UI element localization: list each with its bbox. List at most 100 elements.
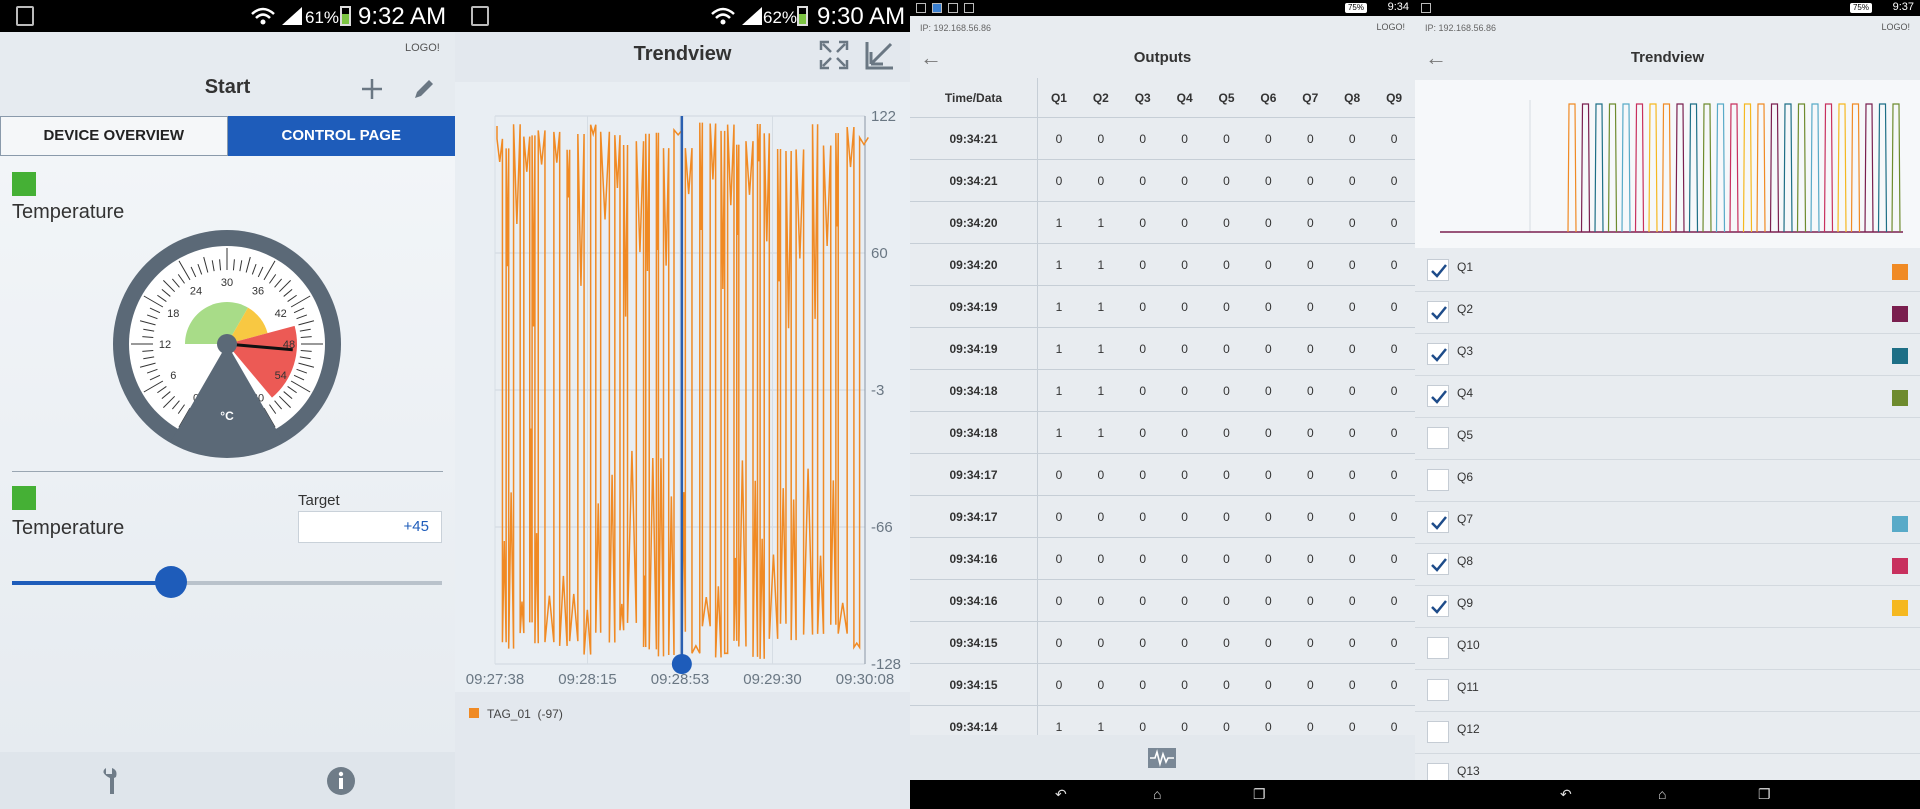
column-header: Q5 [1218, 90, 1235, 105]
output-list-item[interactable]: Q5 [1415, 418, 1920, 460]
add-icon[interactable] [360, 77, 384, 101]
output-list-item[interactable]: Q4 [1415, 376, 1920, 418]
output-cell: 0 [1390, 299, 1398, 314]
output-list-item[interactable]: Q3 [1415, 334, 1920, 376]
pulse-mark [1729, 103, 1739, 233]
output-list-item[interactable]: Q12 [1415, 712, 1920, 754]
output-cell: 0 [1390, 383, 1398, 398]
edit-icon[interactable] [412, 77, 436, 101]
output-cell: 0 [1390, 551, 1398, 566]
app-icon [932, 3, 942, 13]
output-cell: 0 [1223, 383, 1230, 398]
table-row: 09:34:20 1 1 0 0 0 0 0 0 0 [910, 244, 1415, 286]
recent-apps-icon[interactable]: ❐ [1253, 786, 1266, 803]
output-checkbox[interactable] [1427, 679, 1449, 701]
output-checkbox[interactable] [1427, 343, 1449, 365]
table-row: 09:34:17 0 0 0 0 0 0 0 0 0 [910, 454, 1415, 496]
output-checkbox[interactable] [1427, 427, 1449, 449]
back-icon[interactable]: ↶ [1560, 786, 1572, 803]
output-list-item[interactable]: Q8 [1415, 544, 1920, 586]
output-checkbox[interactable] [1427, 385, 1449, 407]
output-list-item[interactable]: Q11 [1415, 670, 1920, 712]
output-checkbox[interactable] [1427, 469, 1449, 491]
column-header: Q3 [1134, 90, 1151, 105]
notification-icon [916, 3, 926, 13]
target-input[interactable]: +45 [298, 511, 442, 543]
tab-control-page[interactable]: CONTROL PAGE [227, 116, 455, 156]
tab-device-overview[interactable]: DEVICE OVERVIEW [0, 116, 228, 156]
digital-trend-plot[interactable] [1415, 80, 1920, 248]
output-list-item[interactable]: Q10 [1415, 628, 1920, 670]
table-row: 09:34:16 0 0 0 0 0 0 0 0 0 [910, 538, 1415, 580]
output-checkbox[interactable] [1427, 553, 1449, 575]
output-list-item[interactable]: Q2 [1415, 292, 1920, 334]
output-cell: 0 [1181, 719, 1188, 734]
outputs-table: Time/Data Q1 Q2 Q3 Q4 Q5 Q6 Q7 Q8 Q9 09:34:21 0 0 0 0 0… [910, 78, 1415, 748]
output-checkbox[interactable] [1427, 637, 1449, 659]
collapse-icon[interactable] [865, 40, 895, 70]
output-cell: 0 [1055, 593, 1063, 608]
control-label: Temperature [12, 517, 125, 539]
output-cell: 0 [1265, 551, 1272, 566]
output-label: Q5 [1457, 428, 1474, 442]
output-cell: 0 [1306, 425, 1314, 440]
home-icon[interactable]: ⌂ [1153, 786, 1161, 802]
outputs-screen: 75% 9:34 IP: 192.168.56.86 LOGO! ← Outpu… [910, 0, 1415, 809]
y-tick-label: -3 [871, 382, 884, 399]
output-list-item[interactable]: Q9 [1415, 586, 1920, 628]
output-selection-list: Q1 Q2 Q3 Q4 Q5 Q6 Q7 Q8 Q9 Q10 Q11 Q12 Q13 [1415, 250, 1920, 796]
trend-icon[interactable] [1148, 748, 1176, 768]
output-label: Q12 [1457, 722, 1480, 736]
back-icon[interactable]: ↶ [1055, 786, 1067, 803]
output-cell: 0 [1390, 341, 1398, 356]
cursor-handle[interactable] [671, 654, 692, 674]
table-row: 09:34:17 0 0 0 0 0 0 0 0 0 [910, 496, 1415, 538]
output-cell: 0 [1181, 635, 1188, 650]
output-cell: 0 [1139, 341, 1147, 356]
output-label: Q10 [1457, 638, 1480, 652]
recent-apps-icon[interactable]: ❐ [1758, 786, 1771, 803]
gauge-tick-label: 42 [275, 308, 287, 320]
output-cell: 0 [1306, 257, 1314, 272]
slider-fill [12, 581, 172, 585]
output-cell: 0 [1306, 467, 1314, 482]
pulse-mark [1634, 103, 1645, 233]
output-cell: 1 [1097, 215, 1105, 230]
output-cell: 0 [1348, 383, 1356, 398]
status-time: 9:34 [1387, 1, 1409, 13]
output-checkbox[interactable] [1427, 511, 1449, 533]
output-label: Q6 [1457, 470, 1474, 484]
output-checkbox[interactable] [1427, 721, 1449, 743]
output-list-item[interactable]: Q1 [1415, 250, 1920, 292]
output-cell: 0 [1306, 719, 1314, 734]
slider-thumb[interactable] [155, 566, 188, 598]
table-row: 09:34:15 0 0 0 0 0 0 0 0 0 [910, 622, 1415, 664]
home-icon[interactable]: ⌂ [1658, 786, 1666, 802]
output-checkbox[interactable] [1427, 259, 1449, 281]
fullscreen-icon[interactable] [819, 40, 849, 70]
output-cell: 0 [1223, 509, 1230, 524]
output-checkbox[interactable] [1427, 301, 1449, 323]
output-list-item[interactable]: Q7 [1415, 502, 1920, 544]
logo-label: LOGO! [1376, 22, 1405, 32]
output-cell: 1 [1097, 341, 1105, 356]
series-color-swatch [1892, 600, 1908, 616]
start-screen: 61% 9:32 AM LOGO! Start DEVICE OVERVIEW … [0, 0, 455, 809]
trend-chart[interactable]: 12260-3-66-12809:27:38 09:28:15 09:28:53 09… [455, 82, 910, 692]
output-cell: 0 [1181, 341, 1188, 356]
output-list-item[interactable]: Q6 [1415, 460, 1920, 502]
row-time: 09:34:17 [910, 496, 1038, 537]
output-cell: 0 [1306, 299, 1314, 314]
logo-label: LOGO! [405, 42, 440, 54]
ip-address: IP: 192.168.56.86 [920, 23, 992, 33]
wrench-icon[interactable] [100, 766, 124, 796]
pulse-mark [1567, 103, 1577, 233]
info-icon[interactable] [326, 766, 356, 796]
output-cell: 0 [1181, 509, 1188, 524]
y-tick-label: -66 [871, 519, 893, 536]
output-cell: 0 [1265, 677, 1272, 692]
notification-icon [16, 6, 34, 26]
output-label: Q1 [1457, 260, 1474, 274]
output-checkbox[interactable] [1427, 595, 1449, 617]
pulse-mark [1580, 103, 1591, 233]
